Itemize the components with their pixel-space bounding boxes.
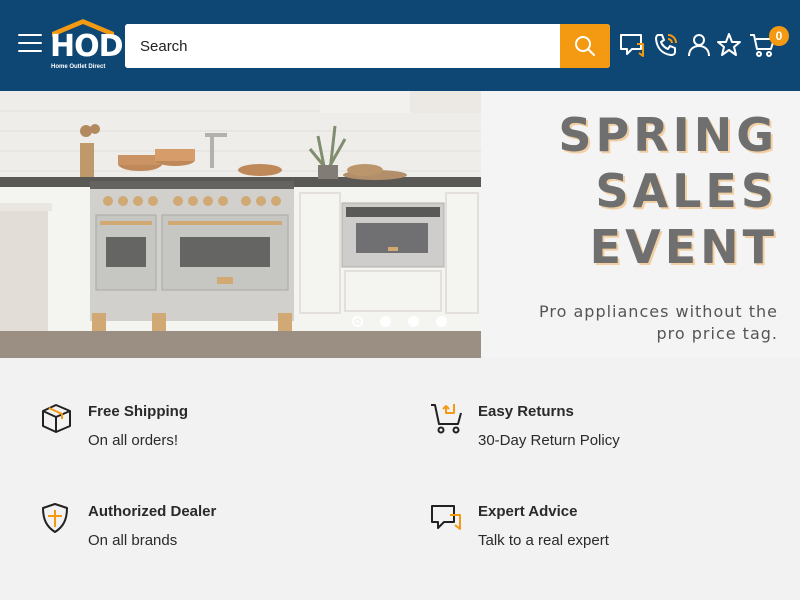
hero-title: SPRING SALES EVENT <box>558 107 778 275</box>
hero-title-line-1: SPRING <box>558 108 778 162</box>
logo[interactable]: HOD Home Outlet Direct <box>50 18 124 74</box>
slider-dot-3[interactable] <box>408 316 419 327</box>
site-header: HOD Home Outlet Direct 0 <box>0 0 800 91</box>
hero-subtitle-line-2: pro price tag. <box>656 324 778 343</box>
feature-title: Free Shipping <box>88 403 189 420</box>
search-button[interactable] <box>560 24 610 68</box>
cart-return-icon <box>431 404 462 434</box>
feature-authorized-dealer: Authorized Dealer On all brands <box>40 501 370 561</box>
account-icon[interactable] <box>686 32 712 58</box>
feature-title: Expert Advice <box>478 503 578 520</box>
search-icon <box>575 36 595 56</box>
search-bar <box>125 24 610 68</box>
hero-title-line-3: EVENT <box>589 220 778 274</box>
cart-count-badge[interactable]: 0 <box>769 26 789 46</box>
slider-dot-2[interactable] <box>380 316 391 327</box>
feature-desc: Talk to a real expert <box>478 532 609 549</box>
phone-icon[interactable] <box>653 32 679 58</box>
feature-free-shipping: Free Shipping On all orders! <box>40 401 370 461</box>
logo-text: HOD <box>50 29 124 64</box>
slider-dot-1[interactable] <box>352 316 363 327</box>
slider-dot-4[interactable] <box>436 316 447 327</box>
wishlist-star-icon[interactable] <box>716 32 742 58</box>
feature-desc: 30-Day Return Policy <box>478 432 620 449</box>
feature-easy-returns: Easy Returns 30-Day Return Policy <box>430 401 760 461</box>
box-icon <box>42 404 71 433</box>
search-input[interactable] <box>125 24 560 68</box>
logo-subtitle: Home Outlet Direct <box>51 64 106 70</box>
hero-banner[interactable]: SPRING SALES EVENT Pro appliances withou… <box>0 91 800 358</box>
hero-title-line-2: SALES <box>595 164 778 218</box>
menu-icon[interactable] <box>18 34 42 56</box>
feature-title: Easy Returns <box>478 403 574 420</box>
feature-expert-advice: Expert Advice Talk to a real expert <box>430 501 760 561</box>
chat-icon[interactable] <box>619 32 645 58</box>
hero-subtitle-line-1: Pro appliances without the <box>539 302 778 321</box>
shield-icon <box>42 503 68 533</box>
feature-title: Authorized Dealer <box>88 503 217 520</box>
chat-bubble-icon <box>431 505 461 530</box>
feature-desc: On all orders! <box>88 432 179 449</box>
hero-subtitle: Pro appliances without the pro price tag… <box>539 301 778 345</box>
feature-desc: On all brands <box>88 532 178 549</box>
slider-dots <box>352 316 447 327</box>
